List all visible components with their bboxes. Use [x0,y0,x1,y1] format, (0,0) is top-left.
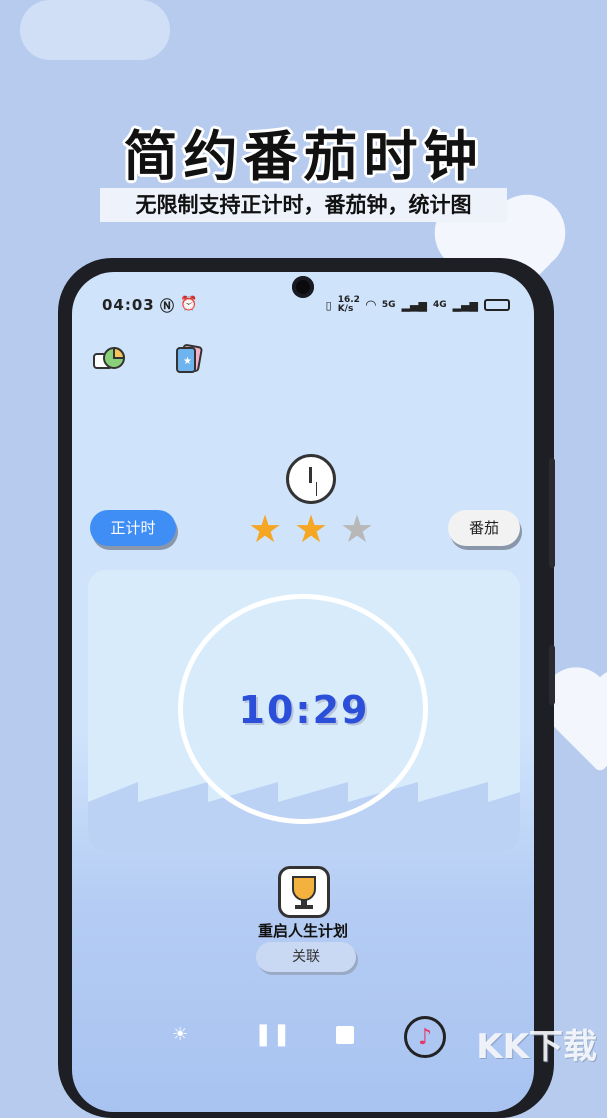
plan-name: 重启人生计划 [257,922,348,940]
status-bar: 04:03 Ⓝ ⏰ ▯ 16.2 K/s ◠ 5G ▂▄▆ 4G ▂▄▆ [102,296,510,316]
signal-icon-1: ▂▄▆ [401,298,427,312]
wifi-icon: ◠ [365,297,376,313]
star-filled-1: ★ [248,507,283,551]
promo-subheadline: 无限制支持正计时，番茄钟，统计图 [100,188,507,222]
status-time: 04:03 [102,296,155,314]
star-filled-2: ★ [294,507,329,551]
music-icon[interactable]: ♪ [404,1016,446,1058]
pomodoro-mode-button[interactable]: 番茄 [448,510,520,546]
bg-blob-top-left [20,0,170,60]
pause-icon[interactable]: ❚❚ [254,1022,291,1047]
timer-display: 10:29 [238,688,370,732]
cards-icon[interactable]: ★ [172,342,206,376]
app-screen: 04:03 Ⓝ ⏰ ▯ 16.2 K/s ◠ 5G ▂▄▆ 4G ▂▄▆ ★ 正… [72,272,534,1112]
trophy-icon[interactable] [278,866,330,918]
network-5g: 5G [381,300,396,310]
svg-text:★: ★ [183,356,192,367]
status-right: ▯ 16.2 K/s ◠ 5G ▂▄▆ 4G ▂▄▆ [326,296,510,314]
bg-heart-bottom-right [552,677,607,773]
signal-icon-2: ▂▄▆ [452,298,478,312]
nfc-icon: Ⓝ [160,299,174,315]
alarm-status-icon: ⏰ [180,296,198,312]
stop-icon[interactable] [336,1026,354,1044]
star-empty-3: ★ [340,507,375,551]
network-4g: 4G [432,300,447,310]
brightness-icon[interactable]: ☀ [172,1024,188,1045]
front-camera [292,276,314,298]
count-up-mode-button[interactable]: 正计时 [90,510,176,546]
battery-icon [484,299,510,311]
watermark-logo: KK下载 [476,1027,597,1067]
phone-side-button-2 [549,645,555,705]
timer-card: 10:29 [88,570,520,852]
phone-side-button [549,458,555,568]
promo-headline: 简约番茄时钟 [123,125,484,188]
alarm-clock-icon [286,454,336,504]
statistics-chart-icon[interactable] [92,342,126,376]
speed-readout: 16.2 K/s [337,295,360,314]
vibrate-icon: ▯ [325,298,332,312]
link-button[interactable]: 关联 [256,942,356,972]
